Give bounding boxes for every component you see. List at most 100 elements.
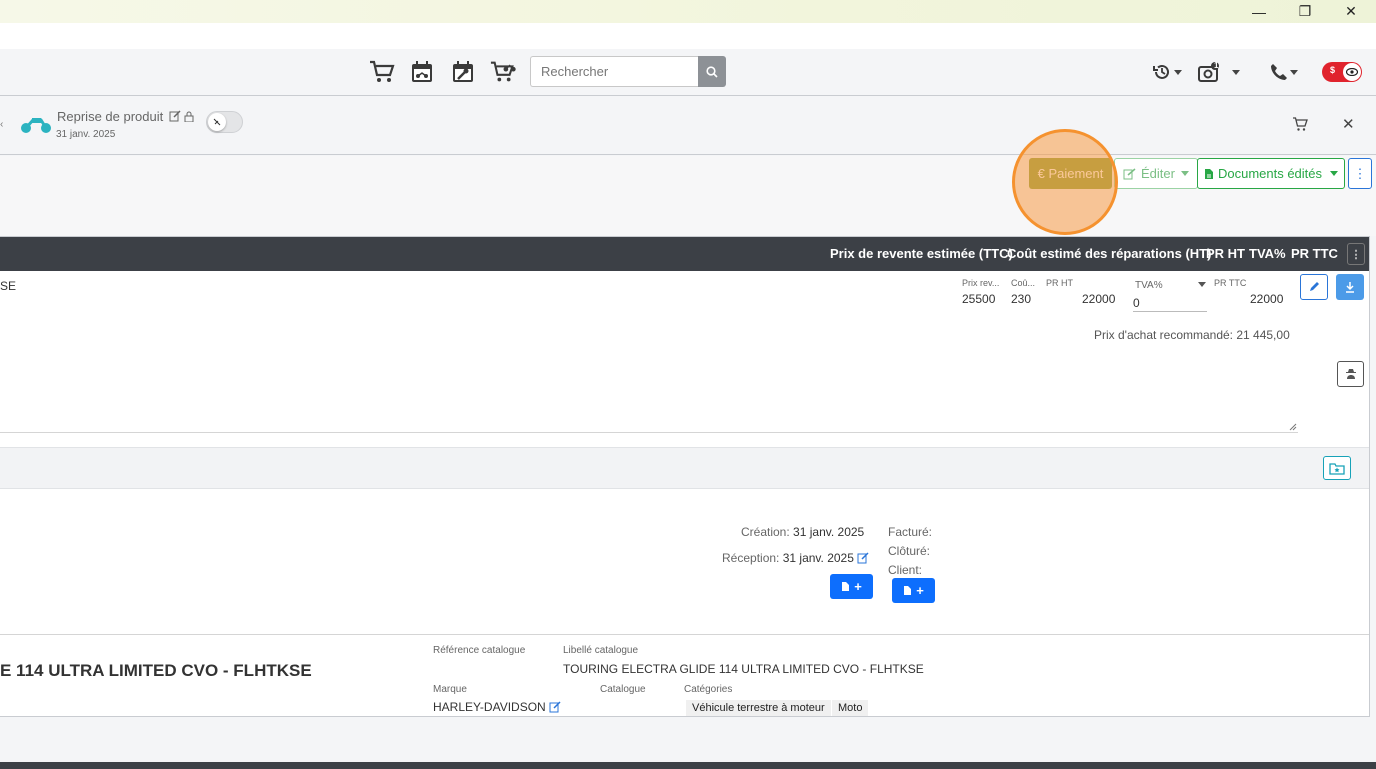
chevron-down-icon[interactable] <box>1198 282 1206 287</box>
chevron-down-icon <box>1232 69 1240 75</box>
edit-dropdown-button[interactable]: Éditer <box>1114 158 1198 189</box>
cloture-label: Clôturé: <box>888 544 931 558</box>
libelle-catalogue-value: TOURING ELECTRA GLIDE 114 ULTRA LIMITED … <box>563 662 924 676</box>
resize-handle-icon[interactable] <box>1289 423 1297 431</box>
minimize-button[interactable]: — <box>1236 0 1282 23</box>
chevron-down-icon <box>1330 171 1339 176</box>
search-bar <box>530 56 726 87</box>
pr-ht-label: PR HT <box>1046 278 1073 288</box>
header-prix-revente[interactable]: Prix de revente estimée (TTC) <box>830 246 1013 261</box>
client-label: Client: <box>888 563 923 577</box>
download-button[interactable] <box>1336 274 1364 300</box>
spy-button[interactable] <box>1337 361 1364 387</box>
ref-catalogue-label: Référence catalogue <box>433 645 526 656</box>
header-tva[interactable]: TVA% <box>1249 246 1286 261</box>
add-doc-label: + <box>916 583 924 598</box>
column-menu-button[interactable]: ⋮ <box>1347 243 1365 265</box>
search-icon <box>706 65 718 78</box>
document-tabbar: ‹ Reprise de produit 31 janv. 2025 ✕ <box>0 97 1376 155</box>
header-pr-ht[interactable]: PR HT <box>1206 246 1245 261</box>
prix-revente-label: Prix rev... <box>962 278 1000 288</box>
close-tab-icon[interactable]: ✕ <box>1342 115 1355 133</box>
pr-ht-value[interactable]: 22000 <box>1082 292 1115 306</box>
eye-toggle-icon[interactable]: $ <box>1321 59 1363 85</box>
edit-icon[interactable] <box>857 552 869 564</box>
cart-icon[interactable] <box>368 59 396 85</box>
notes-textarea[interactable] <box>0 313 1298 433</box>
file-icon <box>842 582 850 591</box>
camera-icon[interactable]: 1 <box>1194 59 1244 85</box>
payment-button[interactable]: € Paiement <box>1029 158 1112 189</box>
edit-icon[interactable] <box>549 701 561 713</box>
facture-label: Facturé: <box>888 525 933 539</box>
edit-label: Éditer <box>1141 166 1175 181</box>
search-button[interactable] <box>698 56 726 87</box>
reception-label: Réception: <box>722 551 780 565</box>
marque-value: HARLEY-DAVIDSON <box>433 700 546 714</box>
reception-value: 31 janv. 2025 <box>782 551 854 565</box>
cout-label: Coû... <box>1011 278 1036 288</box>
categories-label: Catégories <box>684 684 733 695</box>
cart-moto-icon[interactable] <box>490 59 518 85</box>
footer-bar <box>0 762 1376 769</box>
edit-icon[interactable] <box>169 110 181 122</box>
favorite-folder-button[interactable] <box>1323 456 1351 480</box>
category-chip[interactable]: Moto <box>832 700 869 716</box>
prix-revente-value[interactable]: 25500 <box>962 292 995 306</box>
top-navbar: 1 $ <box>0 49 1376 96</box>
marque-row: HARLEY-DAVIDSON <box>433 700 561 714</box>
product-title: E 114 ULTRA LIMITED CVO - FLHTKSE <box>0 661 312 680</box>
calendar-moto-icon[interactable] <box>408 59 436 85</box>
libelle-catalogue-label: Libellé catalogue <box>563 645 639 656</box>
file-icon <box>904 586 912 595</box>
tva-input[interactable] <box>1133 294 1207 312</box>
history-icon[interactable] <box>1151 59 1183 85</box>
table-header: Prix de revente estimée (TTC) Coût estim… <box>0 237 1369 271</box>
tab-toggle[interactable] <box>206 111 243 133</box>
user-secret-icon <box>1345 369 1356 379</box>
browser-strip <box>0 23 1376 49</box>
product-section: E 114 ULTRA LIMITED CVO - FLHTKSE Référe… <box>0 634 1369 718</box>
file-icon <box>1204 168 1213 179</box>
toggle-badge: $ <box>1330 65 1336 75</box>
search-input[interactable] <box>530 56 698 87</box>
pencil-icon <box>1310 282 1319 291</box>
add-reception-doc-button[interactable]: + <box>830 574 873 599</box>
motorcycle-icon <box>21 118 51 133</box>
phone-icon[interactable] <box>1268 59 1300 85</box>
add-client-doc-button[interactable]: + <box>892 578 935 603</box>
tab-title[interactable]: Reprise de produit <box>57 109 194 124</box>
header-cout-reparations[interactable]: Coût estimé des réparations (HT) <box>1007 246 1211 261</box>
folder-star-icon <box>1329 462 1345 475</box>
pr-ttc-value[interactable]: 22000 <box>1250 292 1283 306</box>
header-pr-ttc[interactable]: PR TTC <box>1291 246 1338 261</box>
edit-row-button[interactable] <box>1300 274 1328 300</box>
close-window-button[interactable]: ✕ <box>1328 0 1374 23</box>
toggle-knob <box>208 113 226 131</box>
chevron-down-icon <box>1174 69 1182 75</box>
eye-icon <box>1346 68 1358 76</box>
download-icon <box>1346 282 1354 293</box>
pr-ttc-label: PR TTC <box>1214 278 1247 288</box>
creation-label: Création: <box>741 525 790 539</box>
section-bar <box>0 447 1369 489</box>
window-titlebar: — ❐ ✕ <box>0 0 1376 23</box>
creation-value: 31 janv. 2025 <box>793 525 865 539</box>
creation-row: Création: 31 janv. 2025 <box>741 525 864 539</box>
more-actions-button[interactable]: ⋮ <box>1348 158 1372 189</box>
documents-label: Documents édités <box>1217 166 1323 181</box>
chevron-left-icon[interactable]: ‹ <box>0 119 3 130</box>
chevron-down-icon <box>1180 171 1189 176</box>
tva-label: TVA% <box>1135 280 1163 291</box>
chevron-down-icon <box>1290 69 1298 75</box>
tab-cart-icon[interactable] <box>1292 117 1308 135</box>
documents-dropdown-button[interactable]: Documents édités <box>1197 158 1345 189</box>
category-chip[interactable]: Véhicule terrestre à moteur <box>686 700 831 716</box>
pin-off-icon <box>213 118 221 126</box>
wrench-calendar-icon[interactable] <box>449 59 477 85</box>
cout-value[interactable]: 230 <box>1011 292 1031 306</box>
tab-date: 31 janv. 2025 <box>56 129 116 140</box>
catalogue-label: Catalogue <box>600 684 646 695</box>
row-label: SE <box>0 279 17 293</box>
maximize-button[interactable]: ❐ <box>1282 0 1328 23</box>
